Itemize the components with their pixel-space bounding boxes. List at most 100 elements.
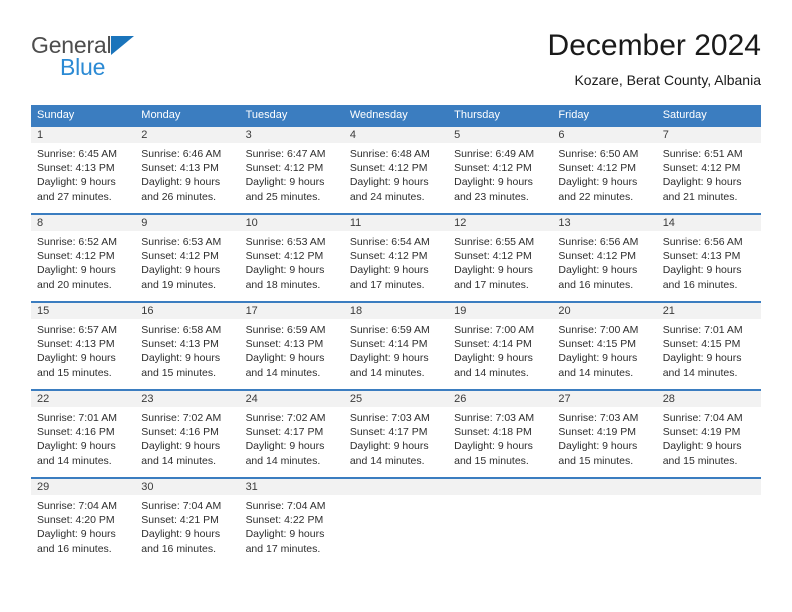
day-cell-empty (656, 479, 761, 565)
day-number (343, 479, 449, 495)
sunrise-text: Sunrise: 7:00 AM (454, 324, 535, 336)
daylight-text-line2: and 25 minutes. (245, 190, 321, 203)
day-cell[interactable]: 22 Sunrise: 7:01 AM Sunset: 4:16 PM Dayligh… (31, 391, 136, 477)
day-cell[interactable]: 15 Sunrise: 6:57 AM Sunset: 4:13 PM Dayligh… (31, 303, 136, 389)
day-cell[interactable]: 10 Sunrise: 6:53 AM Sunset: 4:12 PM Dayligh… (239, 215, 344, 301)
daylight-text-line2: and 23 minutes. (454, 190, 529, 203)
day-cell[interactable]: 14 Sunrise: 6:56 AM Sunset: 4:13 PM Dayligh… (656, 215, 761, 301)
daylight-text-line2: and 21 minutes. (662, 190, 738, 203)
day-number: 20 (552, 303, 657, 319)
sunrise-text: Sunrise: 6:58 AM (141, 324, 222, 336)
day-cell[interactable]: 13 Sunrise: 6:56 AM Sunset: 4:12 PM Dayligh… (552, 215, 657, 301)
general-blue-logo[interactable]: General Blue (31, 33, 241, 89)
day-number: 25 (343, 391, 449, 407)
day-number: 21 (656, 303, 761, 319)
daylight-text-line1: Daylight: 9 hours (349, 264, 429, 277)
daylight-text-line1: Daylight: 9 hours (454, 440, 533, 453)
day-cell[interactable]: 29 Sunrise: 7:04 AM Sunset: 4:20 PM Dayligh… (31, 479, 136, 565)
daylight-text-line2: and 17 minutes. (454, 278, 529, 291)
day-cell[interactable]: 4 Sunrise: 6:48 AM Sunset: 4:12 PM Daylight… (343, 127, 449, 213)
day-cell[interactable]: 16 Sunrise: 6:58 AM Sunset: 4:13 PM Dayligh… (135, 303, 240, 389)
daylight-text-line1: Daylight: 9 hours (37, 440, 116, 453)
day-number: 1 (31, 127, 136, 143)
day-cell[interactable]: 19 Sunrise: 7:00 AM Sunset: 4:14 PM Dayligh… (448, 303, 553, 389)
day-details: Sunrise: 7:03 AM Sunset: 4:17 PM Daylight:… (344, 407, 448, 468)
day-cell[interactable]: 28 Sunrise: 7:04 AM Sunset: 4:19 PM Dayligh… (656, 391, 761, 477)
day-cell[interactable]: 26 Sunrise: 7:03 AM Sunset: 4:18 PM Dayligh… (448, 391, 553, 477)
daylight-text-line2: and 26 minutes. (141, 190, 216, 203)
daylight-text-line2: and 16 minutes. (662, 278, 738, 291)
day-cell[interactable]: 18 Sunrise: 6:59 AM Sunset: 4:14 PM Dayligh… (343, 303, 449, 389)
day-cell[interactable]: 20 Sunrise: 7:00 AM Sunset: 4:15 PM Dayligh… (552, 303, 657, 389)
day-details: Sunrise: 6:55 AM Sunset: 4:12 PM Daylight:… (448, 231, 552, 292)
sunset-text: Sunset: 4:16 PM (37, 426, 115, 439)
logo-text-general: General (31, 32, 112, 58)
daylight-text-line1: Daylight: 9 hours (141, 528, 221, 541)
daylight-text-line2: and 16 minutes. (141, 542, 216, 555)
day-cell[interactable]: 12 Sunrise: 6:55 AM Sunset: 4:12 PM Dayligh… (448, 215, 553, 301)
sunrise-text: Sunrise: 6:52 AM (37, 236, 117, 248)
day-details: Sunrise: 6:59 AM Sunset: 4:14 PM Daylight:… (344, 319, 448, 380)
day-cell[interactable]: 7 Sunrise: 6:51 AM Sunset: 4:12 PM Daylight… (656, 127, 761, 213)
day-cell[interactable]: 30 Sunrise: 7:04 AM Sunset: 4:21 PM Dayligh… (135, 479, 240, 565)
daylight-text-line2: and 14 minutes. (454, 366, 529, 379)
day-cell[interactable]: 31 Sunrise: 7:04 AM Sunset: 4:22 PM Dayligh… (239, 479, 344, 565)
daylight-text-line1: Daylight: 9 hours (662, 176, 742, 189)
day-cell[interactable]: 8 Sunrise: 6:52 AM Sunset: 4:12 PM Daylight… (31, 215, 136, 301)
week-row: 8 Sunrise: 6:52 AM Sunset: 4:12 PM Daylight… (31, 213, 761, 301)
daylight-text-line2: and 20 minutes. (37, 278, 112, 291)
weekday-header-row: Sunday Monday Tuesday Wednesday Thursday… (31, 105, 761, 125)
day-cell[interactable]: 5 Sunrise: 6:49 AM Sunset: 4:12 PM Daylight… (448, 127, 553, 213)
day-cell[interactable]: 6 Sunrise: 6:50 AM Sunset: 4:12 PM Daylight… (552, 127, 657, 213)
day-cell[interactable]: 1 Sunrise: 6:45 AM Sunset: 4:13 PM Daylight… (31, 127, 136, 213)
day-number: 13 (552, 215, 657, 231)
daylight-text-line1: Daylight: 9 hours (662, 352, 742, 365)
sunrise-text: Sunrise: 6:53 AM (141, 236, 222, 248)
day-cell[interactable]: 3 Sunrise: 6:47 AM Sunset: 4:12 PM Daylight… (239, 127, 344, 213)
sunset-text: Sunset: 4:12 PM (558, 250, 637, 263)
logo-text-blue: Blue (60, 54, 106, 80)
day-number: 19 (448, 303, 553, 319)
day-cell[interactable]: 25 Sunrise: 7:03 AM Sunset: 4:17 PM Dayligh… (343, 391, 449, 477)
day-cell[interactable]: 27 Sunrise: 7:03 AM Sunset: 4:19 PM Dayligh… (552, 391, 657, 477)
day-number: 12 (448, 215, 553, 231)
sunset-text: Sunset: 4:14 PM (349, 338, 428, 351)
sunrise-text: Sunrise: 7:04 AM (37, 500, 117, 512)
day-details: Sunrise: 6:56 AM Sunset: 4:13 PM Daylight:… (657, 231, 761, 292)
daylight-text-line1: Daylight: 9 hours (349, 352, 429, 365)
daylight-text-line2: and 19 minutes. (141, 278, 216, 291)
sunrise-text: Sunrise: 6:59 AM (245, 324, 326, 336)
day-cell-empty (448, 479, 553, 565)
day-details: Sunrise: 6:57 AM Sunset: 4:13 PM Daylight:… (31, 319, 135, 380)
day-number: 11 (343, 215, 449, 231)
day-cell[interactable]: 11 Sunrise: 6:54 AM Sunset: 4:12 PM Dayligh… (343, 215, 449, 301)
day-details: Sunrise: 7:01 AM Sunset: 4:15 PM Daylight:… (657, 319, 761, 380)
daylight-text-line1: Daylight: 9 hours (245, 440, 325, 453)
day-cell[interactable]: 21 Sunrise: 7:01 AM Sunset: 4:15 PM Dayligh… (656, 303, 761, 389)
day-cell[interactable]: 9 Sunrise: 6:53 AM Sunset: 4:12 PM Daylight… (135, 215, 240, 301)
daylight-text-line2: and 15 minutes. (558, 454, 634, 467)
day-number: 10 (239, 215, 344, 231)
day-number: 7 (656, 127, 761, 143)
day-cell[interactable]: 24 Sunrise: 7:02 AM Sunset: 4:17 PM Dayligh… (239, 391, 344, 477)
sunrise-text: Sunrise: 6:54 AM (349, 236, 430, 248)
sunset-text: Sunset: 4:12 PM (454, 162, 532, 175)
daylight-text-line1: Daylight: 9 hours (558, 264, 638, 277)
daylight-text-line1: Daylight: 9 hours (558, 176, 638, 189)
day-details: Sunrise: 6:48 AM Sunset: 4:12 PM Daylight:… (344, 143, 448, 204)
day-cell[interactable]: 23 Sunrise: 7:02 AM Sunset: 4:16 PM Dayligh… (135, 391, 240, 477)
day-number: 30 (135, 479, 240, 495)
day-number: 6 (552, 127, 657, 143)
daylight-text-line1: Daylight: 9 hours (245, 528, 325, 541)
day-details: Sunrise: 7:04 AM Sunset: 4:20 PM Daylight:… (31, 495, 135, 556)
sunset-text: Sunset: 4:13 PM (141, 162, 219, 175)
day-cell[interactable]: 2 Sunrise: 6:46 AM Sunset: 4:13 PM Daylight… (135, 127, 240, 213)
weekday-header-thursday: Thursday (454, 109, 500, 121)
daylight-text-line1: Daylight: 9 hours (141, 176, 221, 189)
week-row: 29 Sunrise: 7:04 AM Sunset: 4:20 PM Dayligh… (31, 477, 761, 565)
day-details: Sunrise: 6:50 AM Sunset: 4:12 PM Daylight:… (552, 143, 656, 204)
day-number: 23 (135, 391, 240, 407)
day-cell-empty (343, 479, 449, 565)
day-number: 18 (343, 303, 449, 319)
day-cell[interactable]: 17 Sunrise: 6:59 AM Sunset: 4:13 PM Dayligh… (239, 303, 344, 389)
